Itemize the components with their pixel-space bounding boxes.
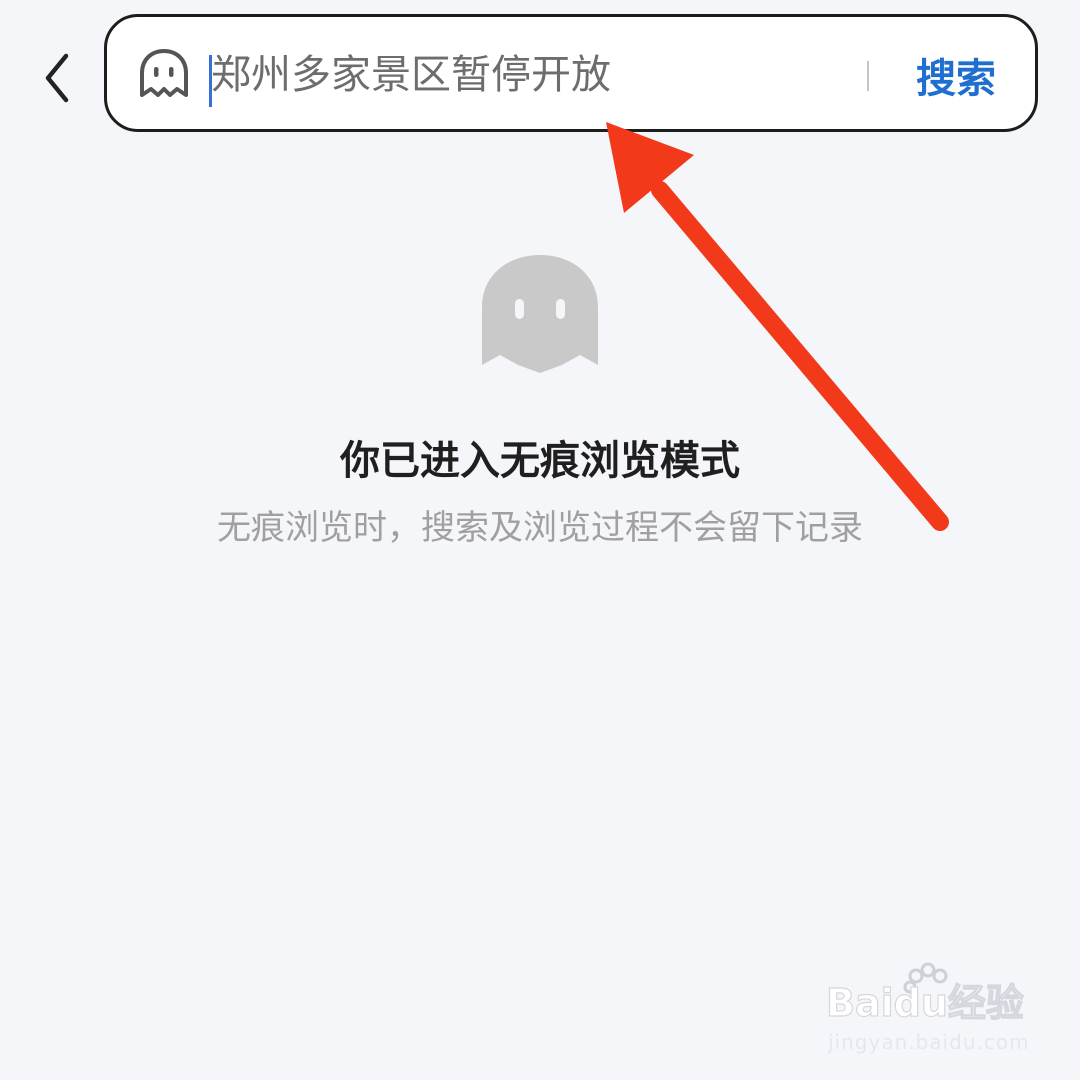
baidu-logo-icon: Baidu经验 xyxy=(825,962,1024,1024)
search-divider xyxy=(867,61,869,91)
ghost-icon xyxy=(482,255,598,373)
search-button[interactable]: 搜索 xyxy=(891,43,1021,107)
search-bar[interactable]: 搜索 xyxy=(104,14,1038,132)
ghost-icon xyxy=(140,49,188,97)
svg-text:Baidu经验: Baidu经验 xyxy=(826,981,1024,1024)
chevron-left-icon xyxy=(45,53,69,103)
back-button[interactable] xyxy=(28,44,84,112)
baidu-jingyan-watermark: Baidu经验 jingyan.baidu.com xyxy=(822,960,1042,1060)
incognito-description: 无痕浏览时，搜索及浏览过程不会留下记录 xyxy=(217,508,863,548)
watermark-url: jingyan.baidu.com xyxy=(828,1030,1030,1054)
search-input[interactable] xyxy=(211,43,851,107)
incognito-title: 你已进入无痕浏览模式 xyxy=(340,438,740,484)
